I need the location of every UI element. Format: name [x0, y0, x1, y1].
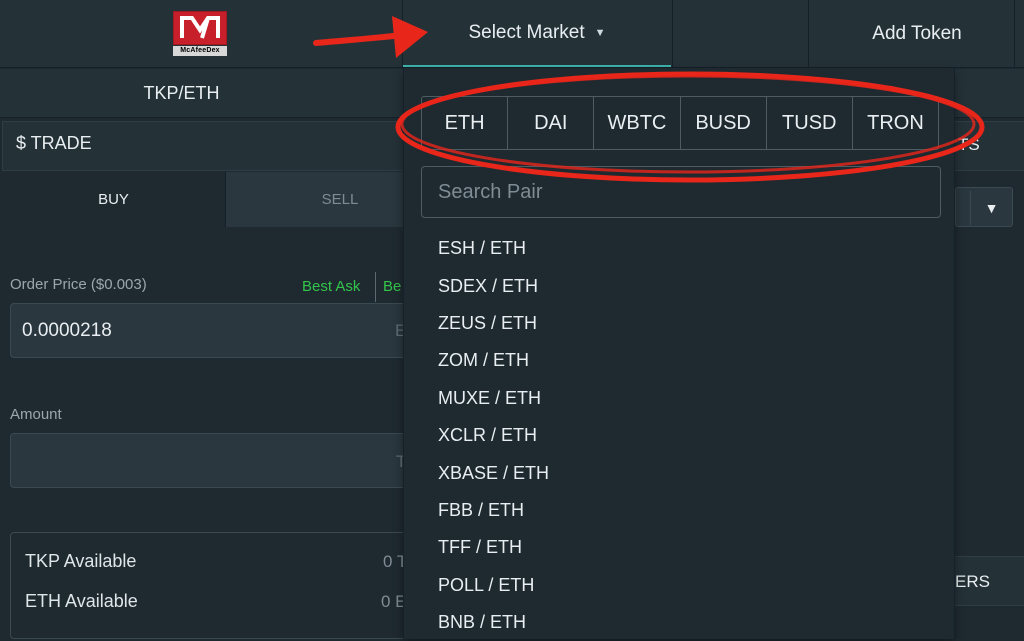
list-item[interactable]: MUXE / ETH	[403, 380, 955, 417]
token-tab-tusd[interactable]: TUSD	[767, 97, 853, 149]
annotation-arrow-icon	[313, 16, 428, 58]
list-item[interactable]: POLL / ETH	[403, 567, 955, 604]
amount-label: Amount	[10, 406, 62, 423]
logo[interactable]: McAfeeDex	[173, 11, 227, 56]
divider	[808, 0, 809, 68]
active-tab-indicator	[403, 65, 671, 67]
token-tab-wbtc[interactable]: WBTC	[594, 97, 681, 149]
pair-list: ESH / ETH SDEX / ETH ZEUS / ETH ZOM / ET…	[403, 230, 955, 641]
list-item[interactable]: SDEX / ETH	[403, 267, 955, 304]
order-price-value: 0.0000218	[22, 320, 112, 341]
best-bid-link[interactable]: Be	[383, 278, 401, 295]
list-item[interactable]: FBB / ETH	[403, 492, 955, 529]
tkp-available-label: TKP Available	[25, 551, 137, 571]
list-item[interactable]: TFF / ETH	[403, 529, 955, 566]
list-item[interactable]: ESH / ETH	[403, 230, 955, 267]
base-token-tabs: ETH DAI WBTC BUSD TUSD TRON	[421, 96, 939, 150]
pair-title: TKP/ETH	[143, 83, 220, 103]
trade-title: $ TRADE	[16, 133, 92, 153]
logo-text: McAfeeDex	[173, 46, 227, 56]
add-token-button[interactable]: Add Token	[810, 0, 1024, 68]
divider	[672, 0, 673, 68]
list-item[interactable]: ZOM / ETH	[403, 342, 955, 379]
amount-input[interactable]	[10, 433, 410, 488]
token-tab-tron[interactable]: TRON	[853, 97, 938, 149]
list-item[interactable]: XBASE / ETH	[403, 454, 955, 491]
search-pair-input[interactable]	[421, 166, 941, 218]
divider	[375, 272, 376, 302]
list-item[interactable]: BNB / ETH	[403, 604, 955, 641]
caret-down-icon[interactable]: ▼	[970, 191, 1012, 225]
right-panel-title: TS	[958, 135, 980, 154]
select-market-label: Select Market	[468, 22, 585, 43]
buy-tab[interactable]: BUY	[2, 172, 226, 227]
best-ask-link[interactable]: Best Ask	[302, 278, 360, 295]
token-tab-dai[interactable]: DAI	[508, 97, 595, 149]
caret-down-icon: ▼	[594, 27, 606, 39]
token-tab-busd[interactable]: BUSD	[681, 97, 767, 149]
order-price-label: Order Price ($0.003)	[10, 276, 147, 293]
logo-icon	[173, 11, 227, 45]
select-market-button[interactable]: Select Market ▼	[403, 0, 671, 66]
list-item[interactable]: ZEUS / ETH	[403, 305, 955, 342]
sell-tab[interactable]: SELL	[226, 172, 404, 227]
eth-available-label: ETH Available	[25, 591, 138, 611]
available-balances	[10, 532, 410, 639]
right-panel-title-2: ERS	[955, 572, 990, 591]
list-item[interactable]: XCLR / ETH	[403, 417, 955, 454]
token-tab-eth[interactable]: ETH	[422, 97, 509, 149]
